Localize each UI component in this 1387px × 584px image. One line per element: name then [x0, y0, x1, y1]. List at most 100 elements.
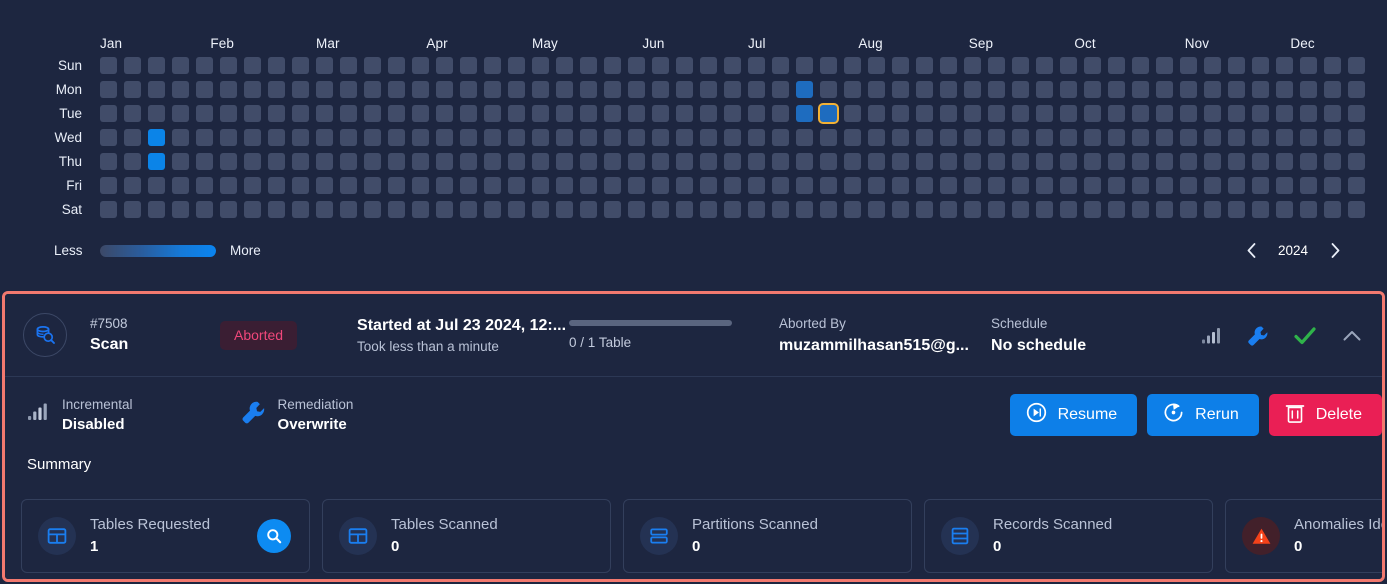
heatmap-cell[interactable]: [508, 201, 525, 218]
heatmap-cell[interactable]: [1276, 129, 1293, 146]
heatmap-cell[interactable]: [820, 81, 837, 98]
heatmap-cell[interactable]: [436, 129, 453, 146]
heatmap-cell[interactable]: [676, 177, 693, 194]
heatmap-cell[interactable]: [964, 201, 981, 218]
chevron-up-icon[interactable]: [1340, 324, 1364, 348]
heatmap-cell[interactable]: [388, 105, 405, 122]
heatmap-cell[interactable]: [700, 153, 717, 170]
heatmap-cell[interactable]: [724, 153, 741, 170]
heatmap-cell[interactable]: [892, 81, 909, 98]
heatmap-cell[interactable]: [796, 105, 813, 122]
heatmap-cell[interactable]: [1252, 57, 1269, 74]
heatmap-cell[interactable]: [892, 177, 909, 194]
heatmap-cell[interactable]: [508, 153, 525, 170]
heatmap-cell[interactable]: [1276, 177, 1293, 194]
heatmap-cell[interactable]: [1084, 57, 1101, 74]
heatmap-cell[interactable]: [1060, 177, 1077, 194]
heatmap-cell[interactable]: [676, 153, 693, 170]
heatmap-cell[interactable]: [868, 81, 885, 98]
rerun-button[interactable]: Rerun: [1147, 393, 1259, 436]
heatmap-cell[interactable]: [388, 57, 405, 74]
heatmap-cell[interactable]: [772, 57, 789, 74]
heatmap-cell[interactable]: [436, 57, 453, 74]
heatmap-cell[interactable]: [580, 129, 597, 146]
heatmap-cell[interactable]: [1276, 81, 1293, 98]
heatmap-cell[interactable]: [700, 201, 717, 218]
heatmap-cell[interactable]: [268, 129, 285, 146]
heatmap-cell[interactable]: [868, 153, 885, 170]
heatmap-cell[interactable]: [196, 105, 213, 122]
heatmap-cell[interactable]: [628, 81, 645, 98]
heatmap-cell[interactable]: [964, 177, 981, 194]
heatmap-cell[interactable]: [220, 57, 237, 74]
heatmap-cell[interactable]: [364, 177, 381, 194]
heatmap-cell[interactable]: [460, 81, 477, 98]
heatmap-cell[interactable]: [1252, 201, 1269, 218]
heatmap-cell[interactable]: [1084, 177, 1101, 194]
heatmap-cell[interactable]: [436, 153, 453, 170]
heatmap-cell[interactable]: [892, 57, 909, 74]
heatmap-cell[interactable]: [1132, 129, 1149, 146]
heatmap-cell[interactable]: [412, 81, 429, 98]
heatmap-cell[interactable]: [1300, 57, 1317, 74]
heatmap-cell[interactable]: [1156, 81, 1173, 98]
heatmap-cell[interactable]: [1276, 57, 1293, 74]
heatmap-cell[interactable]: [268, 201, 285, 218]
heatmap-cell[interactable]: [940, 81, 957, 98]
heatmap-cell[interactable]: [1036, 81, 1053, 98]
heatmap-cell[interactable]: [364, 129, 381, 146]
resume-button[interactable]: Resume: [1009, 393, 1138, 436]
heatmap-cell[interactable]: [1324, 129, 1341, 146]
heatmap-cell[interactable]: [628, 201, 645, 218]
heatmap-cell[interactable]: [1348, 105, 1365, 122]
heatmap-cell[interactable]: [148, 105, 165, 122]
heatmap-cell[interactable]: [1252, 81, 1269, 98]
heatmap-cell[interactable]: [604, 201, 621, 218]
heatmap-cell[interactable]: [508, 81, 525, 98]
heatmap-cell[interactable]: [316, 57, 333, 74]
heatmap-cell[interactable]: [1204, 201, 1221, 218]
heatmap-cell[interactable]: [604, 105, 621, 122]
heatmap-cell[interactable]: [1324, 177, 1341, 194]
heatmap-cell[interactable]: [460, 177, 477, 194]
heatmap-cell[interactable]: [892, 153, 909, 170]
heatmap-cell[interactable]: [268, 57, 285, 74]
heatmap-cell[interactable]: [724, 177, 741, 194]
heatmap-cell[interactable]: [1036, 201, 1053, 218]
heatmap-cell[interactable]: [1108, 81, 1125, 98]
heatmap-cell[interactable]: [364, 201, 381, 218]
heatmap-cell[interactable]: [676, 201, 693, 218]
heatmap-cell[interactable]: [100, 105, 117, 122]
heatmap-cell[interactable]: [1156, 177, 1173, 194]
heatmap-cell[interactable]: [460, 201, 477, 218]
heatmap-cell[interactable]: [1012, 81, 1029, 98]
heatmap-cell[interactable]: [148, 129, 165, 146]
heatmap-cell[interactable]: [244, 81, 261, 98]
heatmap-cell[interactable]: [1204, 129, 1221, 146]
heatmap-cell[interactable]: [412, 57, 429, 74]
heatmap-cell[interactable]: [724, 201, 741, 218]
heatmap-cell[interactable]: [964, 105, 981, 122]
heatmap-cell[interactable]: [916, 129, 933, 146]
heatmap-cell[interactable]: [532, 129, 549, 146]
heatmap-cell[interactable]: [412, 201, 429, 218]
selected-job-card[interactable]: #7508 Scan Aborted Started at Jul 23 202…: [2, 291, 1385, 582]
heatmap-cell[interactable]: [388, 81, 405, 98]
heatmap-cell[interactable]: [292, 105, 309, 122]
heatmap-cell[interactable]: [220, 105, 237, 122]
heatmap-cell[interactable]: [844, 57, 861, 74]
heatmap-cell[interactable]: [1132, 201, 1149, 218]
heatmap-cell[interactable]: [100, 57, 117, 74]
heatmap-cell[interactable]: [844, 201, 861, 218]
heatmap-cell[interactable]: [1252, 129, 1269, 146]
heatmap-cell[interactable]: [316, 177, 333, 194]
heatmap-cell[interactable]: [1108, 129, 1125, 146]
heatmap-cell[interactable]: [604, 177, 621, 194]
heatmap-cell[interactable]: [1300, 201, 1317, 218]
heatmap-cell[interactable]: [580, 81, 597, 98]
heatmap-cell[interactable]: [820, 201, 837, 218]
heatmap-cell[interactable]: [484, 153, 501, 170]
heatmap-cell[interactable]: [460, 105, 477, 122]
summary-card-anomalies-identified[interactable]: Anomalies Identified 0: [1225, 499, 1382, 573]
heatmap-cell[interactable]: [652, 177, 669, 194]
